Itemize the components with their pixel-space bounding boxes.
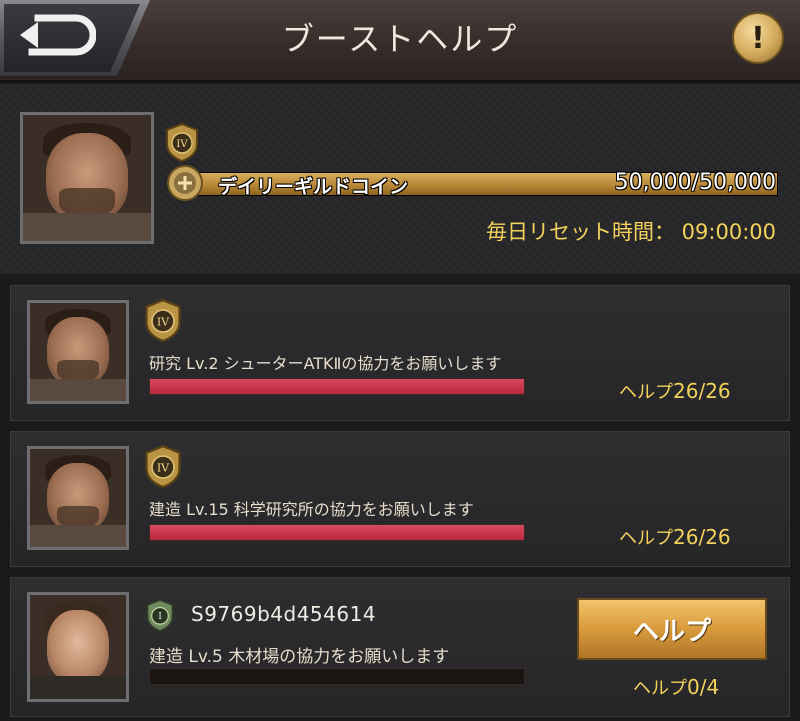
rank-badge-icon: IV bbox=[166, 122, 198, 162]
guild-coin-count: 50,000/50,000 bbox=[614, 170, 776, 195]
page-title: ブーストヘルプ bbox=[281, 20, 519, 58]
help-count: ヘルプ0/4 bbox=[633, 675, 720, 699]
help-request-card: IV 建造 Lv.15 科学研究所の協力をお願いします ヘルプ26/26 bbox=[10, 431, 790, 567]
help-progress-fill bbox=[150, 379, 524, 394]
help-progress-bar bbox=[149, 524, 525, 541]
requester-avatar bbox=[27, 592, 129, 702]
help-progress-bar bbox=[149, 378, 525, 395]
request-description: 研究 Lv.2 シューターATKⅡの協力をお願いします bbox=[149, 354, 502, 373]
svg-text:I: I bbox=[158, 611, 162, 622]
request-description: 建造 Lv.15 科学研究所の協力をお願いします bbox=[149, 500, 474, 519]
requester-avatar bbox=[27, 446, 129, 550]
rank-badge-icon: IV bbox=[145, 445, 181, 488]
guild-coin-label: デイリーギルドコイン bbox=[218, 176, 409, 198]
help-progress-fill bbox=[150, 525, 524, 540]
info-button[interactable]: ! bbox=[732, 12, 784, 64]
help-request-card: I S9769b4d454614 建造 Lv.5 木材場の協力をお願いします ヘ… bbox=[10, 577, 790, 717]
exclamation-icon: ! bbox=[751, 20, 765, 56]
help-count: ヘルプ26/26 bbox=[619, 379, 731, 403]
svg-text:IV: IV bbox=[176, 139, 188, 150]
help-button[interactable]: ヘルプ bbox=[577, 598, 767, 660]
player-name: S9769b4d454614 bbox=[191, 602, 377, 626]
rank-badge-icon: IV bbox=[145, 299, 181, 342]
request-description: 建造 Lv.5 木材場の協力をお願いします bbox=[149, 647, 450, 667]
header-bar: ブーストヘルプ ! bbox=[0, 0, 800, 84]
help-request-card: IV 研究 Lv.2 シューターATKⅡの協力をお願いします ヘルプ26/26 bbox=[10, 285, 790, 421]
svg-text:IV: IV bbox=[157, 462, 170, 475]
reset-time-text: 毎日リセット時間： 09:00:00 bbox=[486, 220, 776, 244]
svg-text:IV: IV bbox=[157, 316, 170, 329]
help-count: ヘルプ26/26 bbox=[619, 525, 731, 549]
rank-badge-icon: I bbox=[146, 599, 174, 632]
requester-avatar bbox=[27, 300, 129, 404]
guild-coin-icon bbox=[167, 165, 203, 201]
help-progress-bar bbox=[149, 668, 525, 685]
player-avatar bbox=[20, 112, 154, 244]
